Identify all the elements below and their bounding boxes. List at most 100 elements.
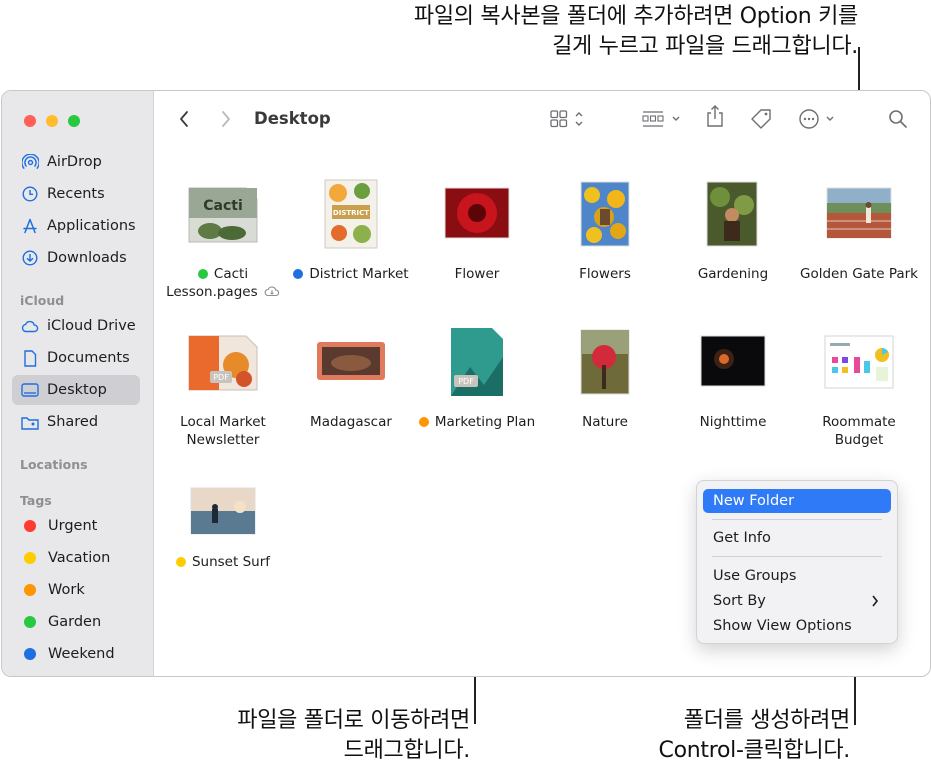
file-name-line-2: Lesson.pages — [166, 284, 258, 300]
file-name: Gardening — [668, 265, 798, 283]
file-sunset-surf[interactable]: Sunset Surf — [158, 471, 288, 581]
sidebar-section-icloud: iCloud — [20, 293, 65, 308]
file-marketing-plan[interactable]: PDF Marketing Plan — [412, 323, 542, 453]
toolbar: Desktop — [154, 91, 930, 149]
group-button[interactable] — [642, 108, 686, 130]
callout-copy-line-2: 길게 누르고 파일을 드래그합니다. — [552, 34, 858, 59]
sidebar: AirDrop Recents Applications Downloads i… — [2, 91, 154, 676]
action-button[interactable] — [798, 108, 840, 130]
file-name: Roommate Budget — [794, 413, 924, 449]
back-button[interactable] — [178, 108, 190, 130]
sidebar-item-label: Desktop — [47, 382, 107, 398]
tag-dot-orange — [418, 417, 429, 427]
search-icon — [889, 110, 907, 128]
view-mode-button[interactable] — [550, 108, 590, 130]
file-name: Nighttime — [668, 413, 798, 431]
file-cacti-lesson[interactable]: Cacti Cacti Lesson.pages — [158, 175, 288, 305]
menu-item-get-info[interactable]: Get Info — [703, 526, 891, 550]
menu-item-label: Use Groups — [713, 568, 797, 584]
chevron-left-icon — [180, 111, 188, 127]
file-local-market-newsletter[interactable]: PDF Local Market Newsletter — [158, 323, 288, 453]
file-name-line-1: Nighttime — [699, 414, 767, 430]
sidebar-tag-vacation[interactable]: Vacation — [12, 543, 140, 573]
file-flower[interactable]: Flower — [412, 175, 542, 305]
share-icon — [707, 105, 723, 127]
svg-text:Cacti: Cacti — [203, 198, 243, 214]
forward-button[interactable] — [220, 108, 232, 130]
file-name-line-1: District Market — [309, 266, 409, 282]
desktop-icon — [21, 381, 39, 399]
airdrop-icon — [21, 153, 39, 171]
callout-copy-line-1: 파일의 복사본을 폴더에 추가하려면 Option 키를 — [413, 4, 858, 29]
sidebar-item-icloud-drive[interactable]: iCloud Drive — [12, 311, 140, 341]
svg-text:PDF: PDF — [458, 377, 474, 386]
sidebar-tag-weekend[interactable]: Weekend — [12, 639, 140, 669]
file-name-line-1: Roommate — [822, 414, 896, 430]
menu-item-show-view-options[interactable]: Show View Options — [703, 614, 891, 638]
clock-icon — [21, 185, 39, 203]
nature-image-thumbnail — [580, 329, 630, 395]
tag-button[interactable] — [750, 108, 772, 130]
sidebar-item-applications[interactable]: Applications — [12, 211, 140, 241]
file-name-line-1: Flowers — [579, 266, 631, 282]
group-icon — [642, 111, 680, 127]
close-button[interactable] — [24, 115, 36, 127]
sidebar-item-label: Vacation — [48, 550, 111, 566]
menu-item-new-folder[interactable]: New Folder — [703, 489, 891, 513]
file-name-line-2: Newsletter — [186, 432, 260, 448]
menu-item-use-groups[interactable]: Use Groups — [703, 564, 891, 588]
svg-text:DISTRICT: DISTRICT — [333, 209, 369, 217]
share-button[interactable] — [706, 105, 724, 127]
menu-item-sort-by[interactable]: Sort By — [703, 589, 891, 613]
sidebar-item-label: Garden — [48, 614, 102, 630]
search-button[interactable] — [888, 108, 908, 130]
menu-item-label: Get Info — [713, 530, 771, 546]
poster-thumbnail: DISTRICT — [324, 179, 378, 249]
tag-dot-blue — [293, 269, 304, 279]
tag-dot-yellow — [175, 557, 186, 567]
file-name: District Market — [286, 265, 416, 283]
sidebar-item-documents[interactable]: Documents — [12, 343, 140, 373]
marketing-plan-pdf-thumbnail: PDF — [451, 328, 503, 396]
file-golden-gate-park[interactable]: Golden Gate Park — [794, 175, 924, 305]
sidebar-item-label: Recents — [47, 186, 105, 202]
menu-separator — [712, 519, 882, 520]
sidebar-item-label: Weekend — [48, 646, 115, 662]
zoom-button[interactable] — [68, 115, 80, 127]
file-nature[interactable]: Nature — [540, 323, 670, 453]
file-name-line-1: Marketing Plan — [434, 414, 536, 430]
file-name-line-1: Madagascar — [310, 414, 392, 430]
sidebar-item-shared[interactable]: Shared — [12, 407, 140, 437]
callout-new-folder-line-1: 폴더를 생성하려면 — [683, 708, 851, 733]
applications-icon — [21, 217, 39, 235]
sidebar-tag-garden[interactable]: Garden — [12, 607, 140, 637]
minimize-button[interactable] — [46, 115, 58, 127]
numbers-spreadsheet-thumbnail — [824, 335, 894, 389]
file-name-line-1: Cacti — [213, 266, 249, 282]
file-district-market[interactable]: DISTRICT District Market — [286, 175, 416, 305]
sidebar-item-label: Downloads — [47, 250, 127, 266]
file-name-line-1: Flower — [454, 266, 500, 282]
icon-view-icon — [550, 110, 583, 128]
sidebar-item-desktop[interactable]: Desktop — [12, 375, 140, 405]
sidebar-tag-work[interactable]: Work — [12, 575, 140, 605]
sidebar-item-airdrop[interactable]: AirDrop — [12, 147, 140, 177]
file-madagascar[interactable]: Madagascar — [286, 323, 416, 453]
callout-new-folder: 폴더를 생성하려면 Control-클릭합니다. — [560, 706, 851, 766]
sidebar-item-label: Documents — [47, 350, 130, 366]
sidebar-section-locations: Locations — [20, 457, 88, 472]
tag-color-dot — [24, 552, 36, 564]
sidebar-item-recents[interactable]: Recents — [12, 179, 140, 209]
file-name-line-1: Nature — [582, 414, 628, 430]
menu-item-label: Show View Options — [713, 618, 852, 634]
file-nighttime[interactable]: Nighttime — [668, 323, 798, 453]
file-gardening[interactable]: Gardening — [668, 175, 798, 305]
svg-text:PDF: PDF — [213, 373, 229, 382]
sidebar-tag-urgent[interactable]: Urgent — [12, 511, 140, 541]
sidebar-item-label: AirDrop — [47, 154, 102, 170]
file-flowers[interactable]: Flowers — [540, 175, 670, 305]
sidebar-item-downloads[interactable]: Downloads — [12, 243, 140, 273]
file-name-line-1: Golden Gate Park — [800, 266, 918, 282]
file-name: Sunset Surf — [158, 553, 288, 571]
file-roommate-budget[interactable]: Roommate Budget — [794, 323, 924, 453]
